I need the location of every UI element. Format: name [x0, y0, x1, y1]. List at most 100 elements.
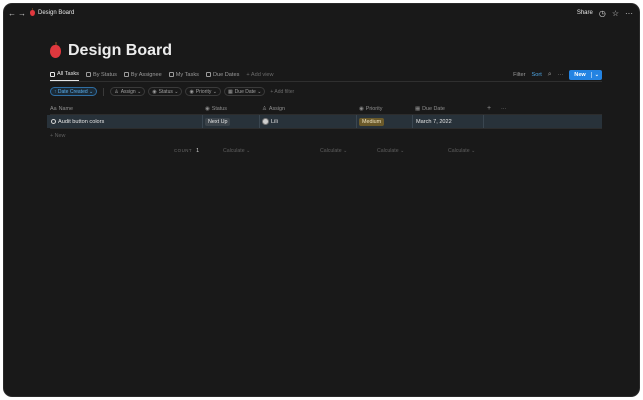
calculate-status[interactable]: Calculate ⌄	[223, 146, 250, 155]
page-header: Design Board	[50, 41, 172, 60]
new-button[interactable]: New ⌄	[569, 69, 602, 80]
page-title[interactable]: Design Board	[68, 42, 172, 60]
priority-icon: ◉	[189, 88, 194, 95]
column-header-assign[interactable]: ♙ Assign	[262, 103, 285, 114]
count-label: COUNT	[174, 148, 193, 153]
column-header-priority[interactable]: ◉ Priority	[359, 103, 383, 114]
column-more-icon[interactable]: ···	[501, 103, 506, 114]
back-arrow-icon[interactable]: ←	[7, 9, 17, 18]
column-header-status[interactable]: ◉ Status	[205, 103, 227, 114]
filters-bar: ↑ Date Created ⌄ ♙ Assign ⌄ ◉ Status ⌄ ◉…	[50, 87, 294, 96]
column-header-name[interactable]: Aa Name	[50, 103, 73, 114]
status-icon: ◉	[205, 105, 210, 112]
column-label: Status	[211, 105, 228, 112]
add-view-button[interactable]: + Add view	[246, 72, 273, 78]
views-bar: All Tasks By Status By Assignee My Tasks…	[50, 68, 602, 81]
more-options-icon[interactable]: ···	[558, 72, 564, 78]
star-icon[interactable]: ☆	[612, 9, 619, 18]
calculation-row: COUNT 1 Calculate ⌄ Calculate ⌄ Calculat…	[50, 146, 602, 155]
priority-icon: ◉	[359, 105, 364, 112]
filter-pill-due-date[interactable]: ▦ Due Date ⌄	[223, 87, 266, 96]
filter-separator	[103, 87, 105, 96]
cell-divider	[483, 115, 484, 128]
tab-label: By Status	[92, 71, 117, 78]
board-icon	[168, 72, 174, 77]
pill-label: Due Date ⌄	[234, 88, 262, 95]
app-window: ← → Design Board Share ◷ ☆ ··· Design Bo…	[4, 4, 639, 396]
add-column-button[interactable]: +	[487, 103, 491, 114]
breadcrumb[interactable]: Design Board	[30, 8, 75, 16]
due-date-value: March 7, 2022	[416, 118, 452, 125]
column-label: Name	[58, 105, 73, 112]
search-icon[interactable]: ⌕	[548, 71, 552, 79]
tab-my-tasks[interactable]: My Tasks	[168, 68, 199, 81]
top-bar-actions: Share ◷ ☆ ···	[577, 4, 633, 22]
pill-label: Assign ⌄	[120, 88, 142, 95]
filter-pill-status[interactable]: ◉ Status ⌄	[148, 87, 183, 96]
add-filter-button[interactable]: + Add filter	[270, 89, 294, 95]
priority-tag: Medium	[359, 117, 385, 126]
row-name: Audit button colors	[58, 118, 105, 125]
share-button[interactable]: Share	[577, 10, 593, 16]
add-row-button[interactable]: + New	[50, 131, 65, 140]
calculate-due-date[interactable]: Calculate ⌄	[448, 146, 475, 155]
calculate-priority[interactable]: Calculate ⌄	[377, 146, 404, 155]
page-apple-icon[interactable]	[50, 41, 61, 58]
table-row[interactable]: Audit button colors Next Up Lili Medium …	[47, 115, 602, 128]
calendar-icon: ▦	[415, 105, 421, 112]
status-icon: ◉	[152, 88, 157, 95]
board-icon	[85, 72, 91, 77]
clock-icon[interactable]: ◷	[599, 9, 606, 18]
more-icon[interactable]: ···	[625, 9, 633, 18]
column-label: Assign	[268, 105, 286, 112]
column-label: Priority	[365, 105, 383, 112]
cell-divider	[259, 115, 260, 128]
column-header-due-date[interactable]: ▦ Due Date	[415, 103, 445, 114]
tab-label: Due Dates	[212, 71, 240, 78]
text-icon: Aa	[50, 105, 57, 112]
count-summary[interactable]: COUNT 1	[174, 146, 199, 155]
filter-pill-priority[interactable]: ◉ Priority ⌄	[185, 87, 221, 96]
tab-all-tasks[interactable]: All Tasks	[50, 68, 79, 81]
filter-pill-assign[interactable]: ♙ Assign ⌄	[110, 87, 146, 96]
tab-label: By Assignee	[130, 71, 162, 78]
page-icon	[51, 119, 56, 124]
pill-label: Priority ⌄	[195, 88, 217, 95]
board-icon	[123, 72, 129, 77]
cell-divider	[412, 115, 413, 128]
cell-assign[interactable]: Lili	[262, 115, 278, 128]
cell-divider	[202, 115, 203, 128]
count-value: 1	[196, 147, 200, 154]
cell-due-date[interactable]: March 7, 2022	[416, 115, 452, 128]
tab-by-status[interactable]: By Status	[85, 68, 117, 81]
person-icon: ♙	[262, 105, 267, 112]
views-divider	[50, 81, 602, 82]
top-bar: ← → Design Board Share ◷ ☆ ···	[4, 4, 639, 22]
column-label: Due Date	[422, 105, 445, 112]
cell-priority[interactable]: Medium	[359, 115, 385, 128]
table-header: Aa Name ◉ Status ♙ Assign ◉ Priority ▦ D…	[50, 103, 602, 114]
calendar-icon: ▦	[227, 88, 233, 95]
apple-icon	[30, 8, 35, 16]
status-tag: Next Up	[205, 117, 231, 126]
avatar	[262, 118, 269, 125]
tab-due-dates[interactable]: Due Dates	[205, 68, 240, 81]
new-button-label: New	[574, 71, 586, 78]
breadcrumb-label: Design Board	[38, 10, 75, 16]
sort-button[interactable]: Sort	[532, 72, 542, 78]
cell-status[interactable]: Next Up	[205, 115, 231, 128]
forward-arrow-icon[interactable]: →	[17, 9, 27, 18]
cell-name[interactable]: Audit button colors	[51, 115, 104, 128]
tab-label: My Tasks	[175, 71, 199, 78]
filter-button[interactable]: Filter	[513, 72, 525, 78]
assignee-name: Lili	[271, 118, 278, 125]
chevron-down-icon[interactable]: ⌄	[590, 71, 602, 78]
view-actions: Filter Sort ⌕ ··· New ⌄	[513, 68, 602, 81]
calculate-assign[interactable]: Calculate ⌄	[320, 146, 347, 155]
tab-by-assignee[interactable]: By Assignee	[123, 68, 162, 81]
row-divider	[50, 128, 602, 129]
cell-divider	[356, 115, 357, 128]
calendar-icon	[205, 72, 211, 77]
sort-pill-date-created[interactable]: ↑ Date Created ⌄	[50, 87, 98, 96]
person-icon: ♙	[114, 88, 119, 95]
